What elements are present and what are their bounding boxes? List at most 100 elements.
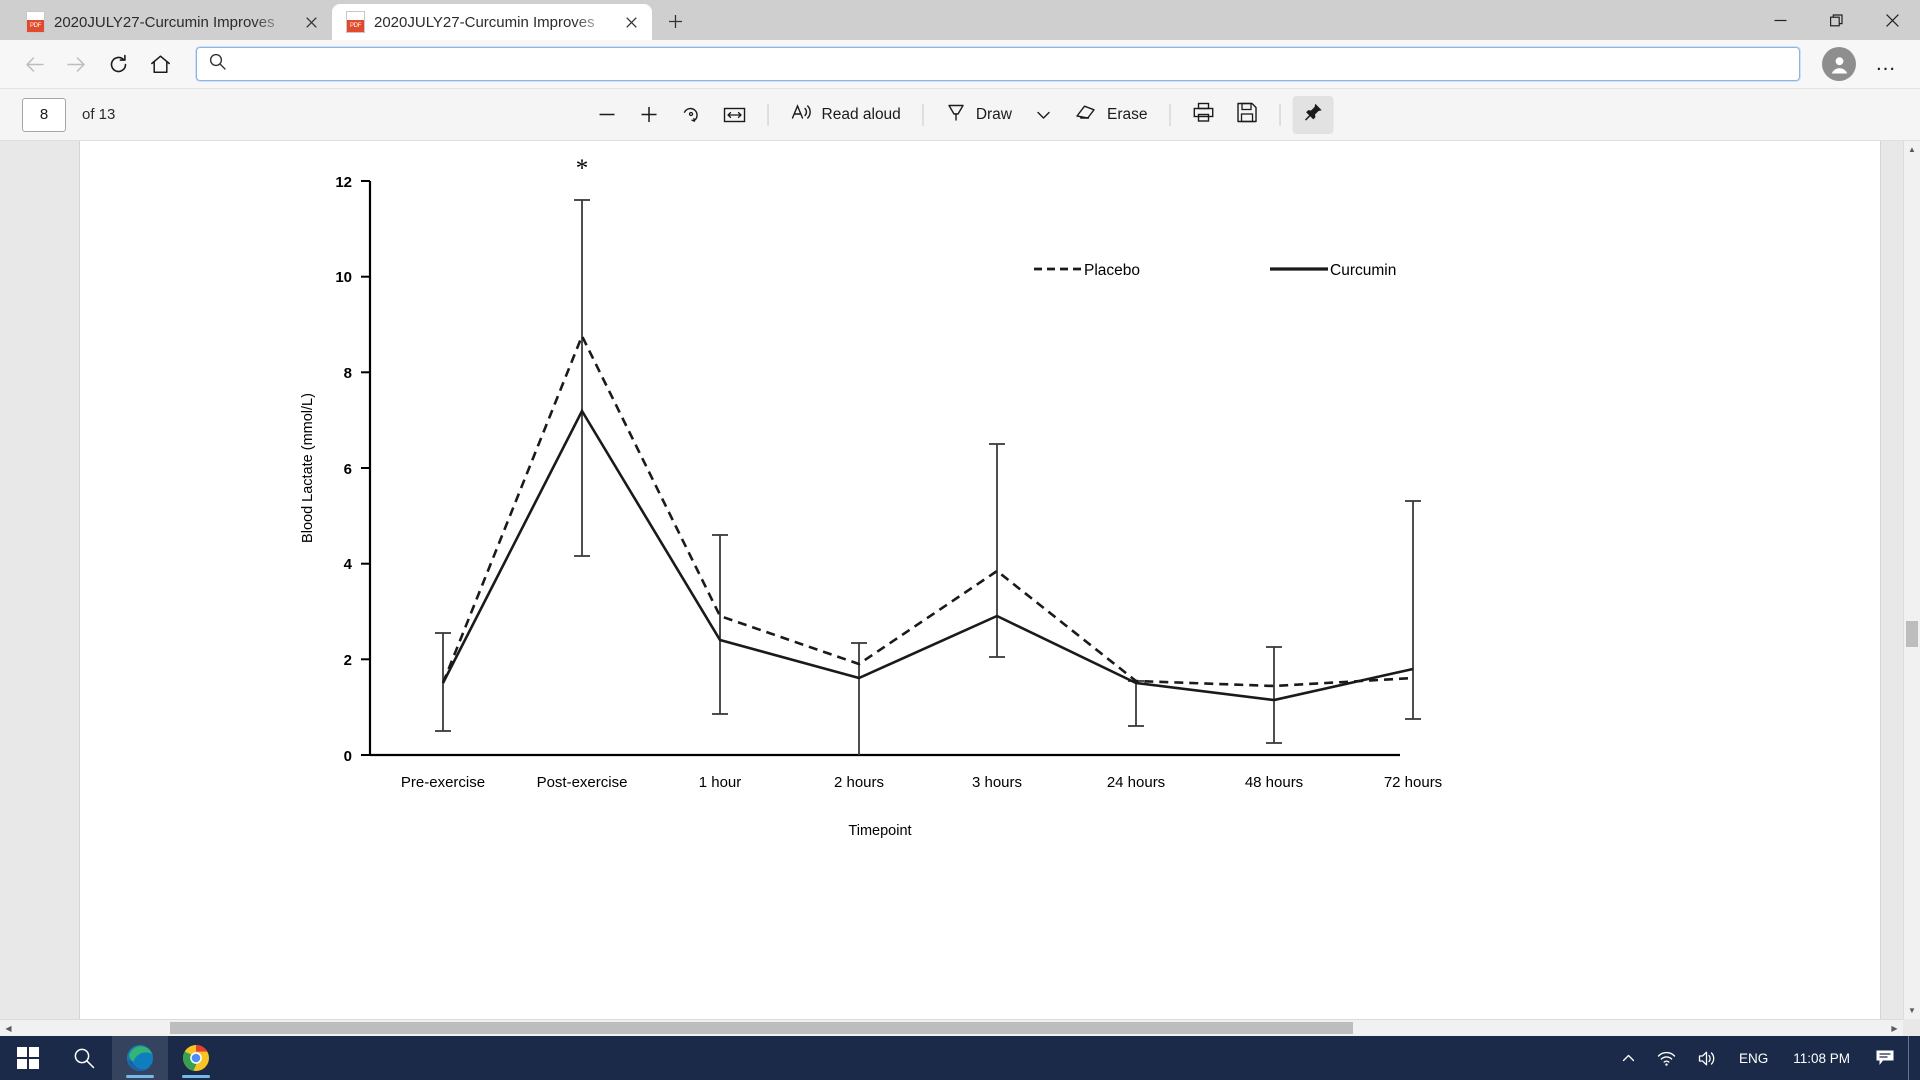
- x-tick-label: 24 hours: [1107, 774, 1165, 791]
- vertical-scrollbar[interactable]: ▲ ▼: [1903, 141, 1920, 1019]
- network-icon[interactable]: [1648, 1036, 1685, 1080]
- pdf-page-content: 0 2 4 6 8 10 12 Blood Lactate (mmol/L) *…: [80, 141, 1880, 1021]
- x-tick-label: Pre-exercise: [401, 774, 485, 791]
- pin-icon: [1302, 102, 1323, 128]
- x-axis-title: Timepoint: [848, 823, 911, 839]
- new-tab-button[interactable]: [658, 4, 692, 38]
- eraser-icon: [1076, 102, 1098, 127]
- page-number-input[interactable]: 8: [22, 97, 66, 132]
- zoom-out-button[interactable]: [587, 96, 627, 134]
- microsoft-edge-button[interactable]: [112, 1036, 168, 1080]
- navigation-bar: …: [0, 40, 1920, 89]
- toolbar-divider: [1169, 103, 1171, 126]
- x-tick-label: Post-exercise: [537, 774, 628, 791]
- scroll-right-arrow-icon[interactable]: ▶: [1886, 1020, 1903, 1036]
- show-hidden-icons-chevron-up-icon[interactable]: [1613, 1036, 1644, 1080]
- x-tick-label: 2 hours: [834, 774, 884, 791]
- notifications-button[interactable]: [1866, 1036, 1904, 1080]
- pin-button[interactable]: [1292, 95, 1334, 134]
- erase-button[interactable]: Erase: [1066, 96, 1158, 134]
- floppy-disk-icon: [1236, 102, 1257, 128]
- volume-icon[interactable]: [1689, 1036, 1726, 1080]
- x-tick-label: 3 hours: [972, 774, 1022, 791]
- toolbar-divider: [767, 103, 769, 126]
- forward-icon[interactable]: [56, 46, 96, 82]
- chart-legend: Placebo Curcumin: [1034, 262, 1396, 279]
- profile-avatar[interactable]: [1822, 47, 1856, 81]
- pdf-file-icon: [346, 11, 365, 33]
- blood-lactate-line-chart: 0 2 4 6 8 10 12 Blood Lactate (mmol/L) *…: [300, 155, 1442, 839]
- pdf-viewer-area: 0 2 4 6 8 10 12 Blood Lactate (mmol/L) *…: [0, 141, 1920, 1036]
- browser-tab-title: 2020JULY27-Curcumin Improves: [54, 13, 275, 31]
- home-icon[interactable]: [140, 46, 180, 82]
- y-tick-label: 2: [344, 652, 352, 669]
- y-tick-label: 10: [335, 269, 352, 286]
- legend-label-placebo: Placebo: [1084, 262, 1140, 279]
- y-tick-label: 12: [335, 174, 352, 191]
- back-icon[interactable]: [14, 46, 54, 82]
- tab-strip: 2020JULY27-Curcumin Improves 2020JULY27-…: [0, 0, 1920, 40]
- close-tab-icon[interactable]: [298, 9, 324, 35]
- fit-to-width-icon[interactable]: [714, 96, 756, 134]
- language-indicator[interactable]: ENG: [1730, 1036, 1777, 1080]
- maximize-button[interactable]: [1808, 0, 1864, 40]
- address-bar[interactable]: [196, 47, 1800, 81]
- system-tray: ENG 11:08 PM: [1613, 1036, 1920, 1080]
- scroll-up-arrow-icon[interactable]: ▲: [1904, 141, 1920, 158]
- pdf-toolbar-center: Read aloud Draw Erase: [587, 95, 1334, 134]
- browser-window: 2020JULY27-Curcumin Improves 2020JULY27-…: [0, 0, 1920, 1036]
- save-button[interactable]: [1226, 96, 1267, 134]
- y-tick-label: 4: [344, 556, 353, 573]
- significance-marker: *: [576, 155, 589, 182]
- series-placebo-line: [441, 332, 1414, 688]
- x-axis-labels: Pre-exercise Post-exercise 1 hour 2 hour…: [401, 774, 1442, 791]
- y-axis-title: Blood Lactate (mmol/L): [300, 393, 316, 543]
- horizontal-scrollbar-thumb[interactable]: [170, 1022, 1353, 1034]
- show-desktop-button[interactable]: [1908, 1036, 1916, 1080]
- zoom-in-button[interactable]: [629, 96, 669, 134]
- address-input[interactable]: [236, 51, 1787, 77]
- horizontal-scrollbar[interactable]: ◀ ▶: [0, 1019, 1903, 1036]
- erase-label: Erase: [1106, 105, 1148, 123]
- y-tick-label: 6: [344, 461, 352, 478]
- browser-tab-2[interactable]: 2020JULY27-Curcumin Improves: [332, 4, 652, 40]
- draw-label: Draw: [975, 105, 1012, 123]
- browser-tab-1[interactable]: 2020JULY27-Curcumin Improves: [12, 4, 332, 40]
- toolbar-divider: [922, 103, 924, 126]
- pen-icon: [946, 102, 967, 128]
- vertical-scrollbar-thumb[interactable]: [1906, 621, 1918, 647]
- taskbar-search-button[interactable]: [56, 1036, 112, 1080]
- rotate-icon[interactable]: [671, 96, 712, 134]
- browser-tab-title: 2020JULY27-Curcumin Improves: [374, 13, 595, 31]
- taskbar-clock[interactable]: 11:08 PM: [1781, 1051, 1862, 1066]
- window-controls: [1752, 0, 1920, 40]
- page-total-label: of 13: [82, 106, 116, 123]
- close-tab-icon[interactable]: [618, 9, 644, 35]
- x-tick-label: 1 hour: [699, 774, 742, 791]
- print-button[interactable]: [1182, 96, 1224, 134]
- minimize-button[interactable]: [1752, 0, 1808, 40]
- y-axis-ticks: 0 2 4 6 8 10 12: [335, 174, 370, 765]
- legend-label-curcumin: Curcumin: [1330, 262, 1396, 279]
- x-tick-label: 48 hours: [1245, 774, 1303, 791]
- draw-options-chevron-down-icon[interactable]: [1024, 96, 1064, 134]
- printer-icon: [1192, 102, 1214, 128]
- reload-icon[interactable]: [98, 46, 138, 82]
- search-icon: [209, 53, 226, 75]
- close-button[interactable]: [1864, 0, 1920, 40]
- toolbar-divider: [1279, 103, 1281, 126]
- x-tick-label: 72 hours: [1384, 774, 1442, 791]
- pdf-toolbar: 8 of 13 Read aloud Draw Erase: [0, 89, 1920, 141]
- y-tick-label: 0: [344, 748, 352, 765]
- google-chrome-button[interactable]: [168, 1036, 224, 1080]
- error-bars: [435, 199, 1421, 755]
- y-tick-label: 8: [344, 365, 352, 382]
- browser-settings-button[interactable]: …: [1866, 46, 1906, 82]
- read-aloud-button[interactable]: Read aloud: [781, 96, 911, 134]
- scroll-left-arrow-icon[interactable]: ◀: [0, 1020, 17, 1036]
- draw-button[interactable]: Draw: [936, 96, 1022, 134]
- windows-start-button[interactable]: [0, 1036, 56, 1080]
- scroll-down-arrow-icon[interactable]: ▼: [1904, 1002, 1920, 1019]
- read-aloud-icon: [791, 102, 813, 127]
- read-aloud-label: Read aloud: [821, 105, 901, 123]
